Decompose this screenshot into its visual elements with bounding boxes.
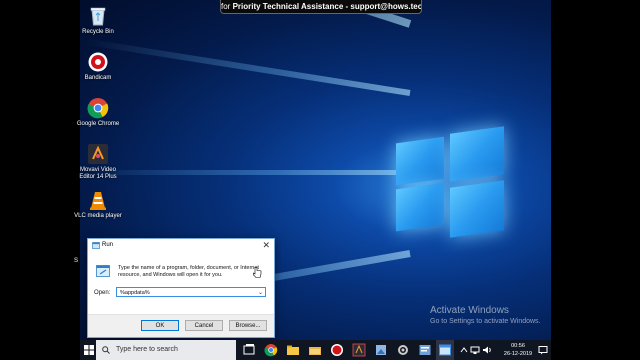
chevron-up-icon[interactable]: [460, 346, 468, 354]
desktop-icon-bandicam[interactable]: Bandicam: [73, 51, 123, 82]
app-taskbar-icon[interactable]: [374, 343, 388, 357]
light-beam: [80, 170, 410, 175]
run-description: Type the name of a program, folder, docu…: [118, 265, 259, 278]
desktop-icon-label: Movavi Video Editor 14 Plus: [79, 167, 117, 180]
ok-button[interactable]: OK: [141, 320, 179, 331]
taskbar-search-box[interactable]: Type here to search: [96, 340, 236, 360]
desktop-icon-chrome[interactable]: Google Chrome: [73, 97, 123, 128]
clock-date: 26-12-2019: [503, 351, 533, 357]
run-app-icon: [92, 242, 100, 249]
close-icon[interactable]: ✕: [262, 240, 270, 251]
bandicam-icon: [87, 51, 109, 73]
taskbar: Type here to search 00:56 26-12-2019: [80, 340, 551, 360]
clock-time: 00:56: [511, 343, 525, 349]
run-dialog-titlebar[interactable]: Run ✕: [88, 239, 274, 253]
desktop-icon-recycle-bin[interactable]: Recycle Bin: [73, 5, 123, 36]
open-label: Open:: [94, 290, 111, 296]
movavi-icon: [87, 143, 109, 165]
vlc-icon: [87, 189, 109, 211]
chrome-icon: [87, 97, 109, 119]
logo-pane: [396, 182, 444, 232]
editor-taskbar-icon[interactable]: [418, 343, 432, 357]
run-dialog: Run ✕ Type the name of a program, folder…: [87, 238, 275, 338]
support-banner: for Priority Technical Assistance - supp…: [220, 0, 422, 14]
banner-bold-text: Priority Technical Assistance - support@…: [232, 2, 422, 11]
desktop-icon-label: Bandicam: [84, 75, 112, 81]
browse-button[interactable]: Browse...: [229, 320, 267, 331]
recycle-bin-icon: [87, 5, 109, 27]
cancel-button[interactable]: Cancel: [185, 320, 223, 331]
search-placeholder: Type here to search: [116, 346, 178, 353]
desktop-icon-label: VLC media player: [74, 213, 122, 219]
logo-pane: [450, 180, 504, 238]
task-view-icon[interactable]: [242, 343, 256, 357]
search-icon: [102, 346, 110, 354]
watermark-title: Activate Windows: [430, 305, 509, 316]
network-icon[interactable]: [470, 345, 480, 355]
run-dialog-footer: OK Cancel Browse...: [88, 314, 274, 337]
logo-pane: [396, 136, 444, 186]
start-icon[interactable]: [84, 345, 94, 355]
watermark-subtitle: Go to Settings to activate Windows.: [430, 318, 541, 325]
mouse-cursor-icon: [253, 267, 262, 278]
desktop-icon-label: Recycle Bin: [82, 29, 114, 35]
run-dialog-title: Run: [102, 242, 114, 248]
run-program-icon: [96, 265, 110, 277]
desktop-icon-label: Google Chrome: [76, 121, 120, 127]
file-explorer-icon[interactable]: [286, 343, 300, 357]
desktop-icon-movavi[interactable]: Movavi Video Editor 14 Plus: [73, 143, 123, 181]
activation-watermark: Activate Windows Go to Settings to activ…: [430, 305, 541, 325]
folder-icon[interactable]: [308, 343, 322, 357]
banner-prefix: for: [221, 2, 233, 11]
logo-pane: [450, 126, 504, 182]
volume-icon[interactable]: [482, 345, 492, 355]
open-input-value: %appdata%: [120, 290, 150, 296]
notification-icon[interactable]: [538, 345, 548, 355]
chrome-taskbar-icon[interactable]: [264, 343, 278, 357]
movavi-taskbar-icon[interactable]: [352, 343, 366, 357]
windows-logo-graphic: [396, 126, 506, 240]
taskbar-clock[interactable]: 00:56 26-12-2019: [500, 342, 536, 358]
open-input[interactable]: %appdata% ⌄: [116, 287, 266, 297]
bandicam-taskbar-icon[interactable]: [330, 343, 344, 357]
light-beam: [83, 38, 411, 96]
desktop-icon-vlc[interactable]: VLC media player: [73, 189, 123, 220]
run-taskbar-icon[interactable]: [438, 343, 452, 357]
chevron-down-icon[interactable]: ⌄: [258, 288, 263, 298]
settings-taskbar-icon[interactable]: [396, 343, 410, 357]
